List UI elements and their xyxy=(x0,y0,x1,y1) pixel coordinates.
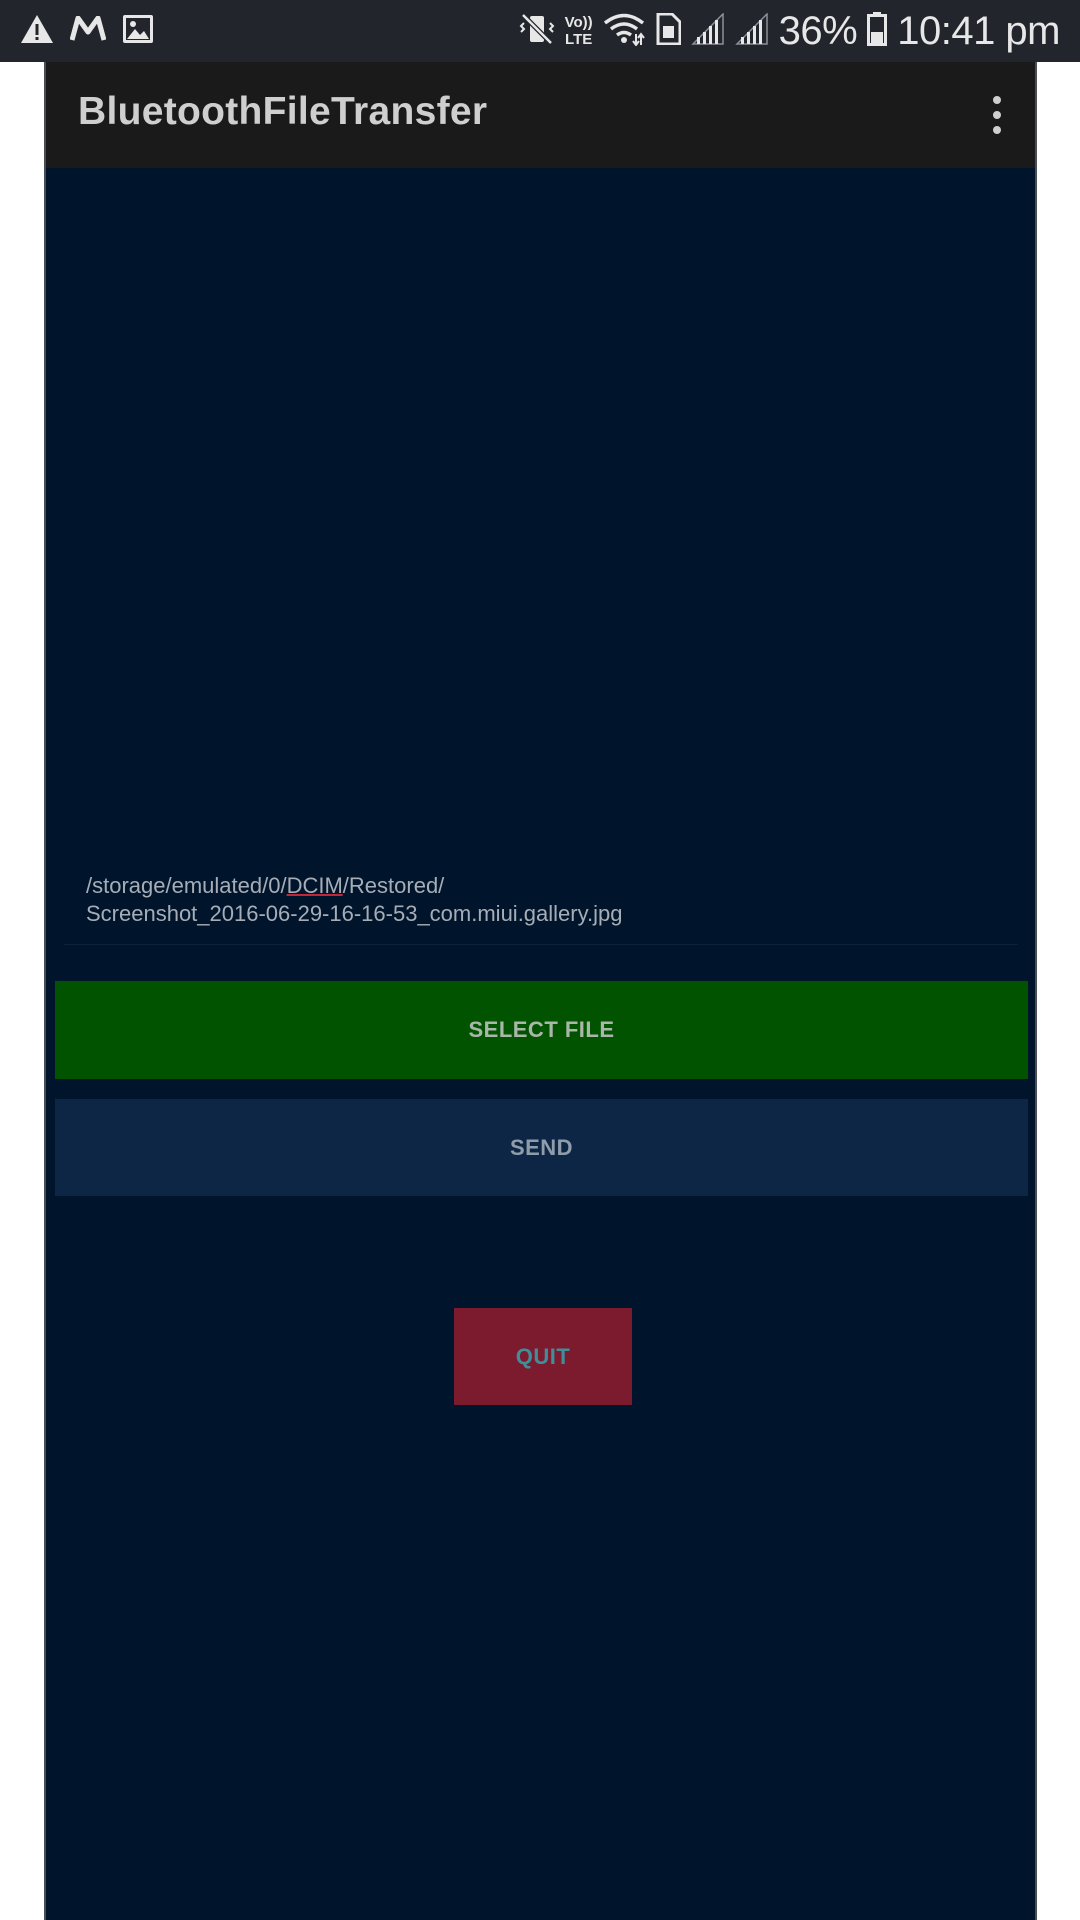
clock: 10:41 pm xyxy=(897,8,1060,53)
wifi-icon xyxy=(603,12,645,51)
menu-dot xyxy=(993,126,1001,134)
status-left-icons xyxy=(20,12,154,50)
status-bar: Vo)) LTE 36% 10:41 pm xyxy=(0,0,1080,62)
file-path-segment: /storage/emulated/0/ xyxy=(86,873,287,898)
file-path-line-1: /storage/emulated/0/DCIM/Restored/ xyxy=(86,872,1006,900)
send-button[interactable]: SEND xyxy=(55,1099,1028,1196)
battery-icon xyxy=(867,11,888,51)
mute-vibrate-icon xyxy=(519,11,555,52)
menu-dot xyxy=(993,111,1001,119)
volte-bottom-label: LTE xyxy=(565,31,593,48)
app-toolbar: BluetoothFileTransfer xyxy=(46,62,1035,168)
quit-button[interactable]: QUIT xyxy=(454,1308,632,1405)
path-divider xyxy=(64,944,1018,945)
status-right-icons: Vo)) LTE 36% 10:41 pm xyxy=(519,8,1060,54)
warning-icon xyxy=(20,14,54,49)
battery-percent: 36% xyxy=(778,8,858,53)
selected-file-path[interactable]: /storage/emulated/0/DCIM/Restored/ Scree… xyxy=(86,872,1006,928)
app-title: BluetoothFileTransfer xyxy=(78,90,488,133)
select-file-button[interactable]: SELECT FILE xyxy=(55,981,1028,1079)
app-window: BluetoothFileTransfer /storage/emulated/… xyxy=(44,62,1037,1920)
more-vert-icon[interactable] xyxy=(979,88,1015,142)
signal-icon xyxy=(734,11,769,50)
signal-icon xyxy=(690,11,725,50)
menu-dot xyxy=(993,96,1001,104)
gallery-icon xyxy=(122,14,154,49)
file-path-segment: /Restored/ xyxy=(342,873,445,898)
volte-top-label: Vo)) xyxy=(564,14,593,31)
file-path-line-2: Screenshot_2016-06-29-16-16-53_com.miui.… xyxy=(86,901,623,926)
sim-icon xyxy=(655,12,682,50)
m-app-icon xyxy=(69,15,107,47)
file-path-dcim: DCIM xyxy=(286,873,343,898)
volte-icon: Vo)) LTE xyxy=(565,14,593,48)
